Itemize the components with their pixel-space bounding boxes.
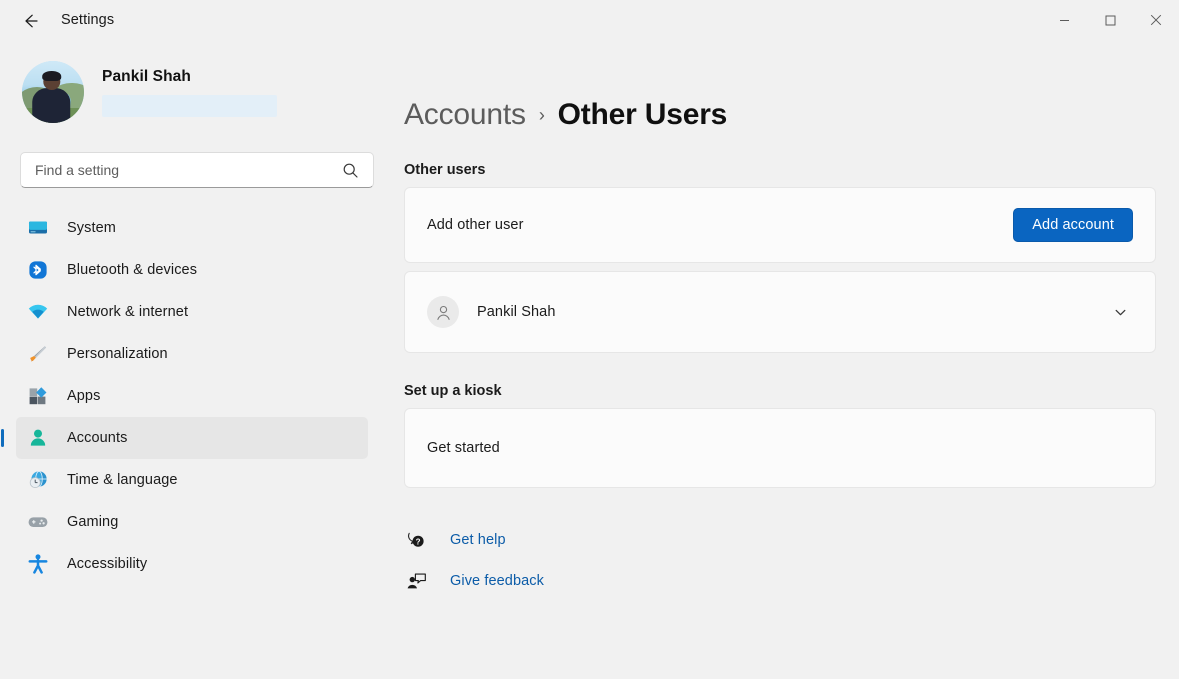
sidebar-nav: System Bluetooth & devices Network & int… bbox=[0, 207, 392, 585]
gamepad-icon bbox=[26, 510, 50, 534]
sidebar-item-accounts[interactable]: Accounts bbox=[16, 417, 368, 459]
sidebar-item-label: Accessibility bbox=[67, 556, 148, 572]
person-icon bbox=[26, 426, 50, 450]
window-body: Pankil Shah Find a setting System Blueto… bbox=[0, 40, 1179, 679]
minimize-button[interactable] bbox=[1041, 0, 1087, 40]
profile-text: Pankil Shah bbox=[102, 68, 277, 117]
page-title: Other Users bbox=[557, 98, 728, 131]
sidebar-item-label: Apps bbox=[67, 388, 101, 404]
sidebar-item-label: Network & internet bbox=[67, 304, 189, 320]
kiosk-get-started-label: Get started bbox=[427, 440, 500, 456]
profile-name: Pankil Shah bbox=[102, 67, 191, 85]
give-feedback-link[interactable]: Give feedback bbox=[450, 573, 544, 589]
sidebar-item-label: Accounts bbox=[67, 430, 128, 446]
give-feedback-link-row[interactable]: Give feedback bbox=[404, 565, 1157, 597]
add-other-user-label: Add other user bbox=[427, 217, 524, 233]
globe-clock-icon bbox=[26, 468, 50, 492]
sidebar-item-personalization[interactable]: Personalization bbox=[16, 333, 368, 375]
sidebar-item-label: Personalization bbox=[67, 346, 168, 362]
person-placeholder-icon bbox=[427, 296, 459, 328]
chevron-right-icon: › bbox=[538, 105, 545, 125]
sidebar-item-network-internet[interactable]: Network & internet bbox=[16, 291, 368, 333]
sidebar-item-apps[interactable]: Apps bbox=[16, 375, 368, 417]
profile-summary[interactable]: Pankil Shah bbox=[22, 60, 392, 124]
sidebar-item-system[interactable]: System bbox=[16, 207, 368, 249]
sidebar-item-label: System bbox=[67, 220, 116, 236]
window-controls bbox=[1041, 0, 1179, 40]
maximize-button[interactable] bbox=[1087, 0, 1133, 40]
svg-text:?: ? bbox=[415, 537, 420, 546]
add-account-button[interactable]: Add account bbox=[1013, 208, 1133, 242]
user-account-row: Pankil Shah bbox=[405, 272, 1155, 352]
breadcrumb-parent[interactable]: Accounts bbox=[404, 98, 526, 132]
breadcrumb: Accounts › Other Users bbox=[404, 98, 1157, 132]
search-box[interactable] bbox=[20, 152, 374, 188]
section-label-kiosk: Set up a kiosk bbox=[404, 383, 502, 399]
get-help-link[interactable]: Get help bbox=[450, 532, 506, 548]
add-other-user-row: Add other user Add account bbox=[405, 188, 1155, 262]
minimize-icon bbox=[1059, 19, 1069, 21]
close-icon bbox=[1150, 14, 1162, 26]
sidebar-item-label: Time & language bbox=[67, 472, 178, 488]
apps-grid-icon bbox=[26, 384, 50, 408]
help-links: ? Get help Give feedback bbox=[404, 524, 1157, 597]
feedback-person-icon bbox=[404, 571, 428, 592]
user-account-card[interactable]: Pankil Shah bbox=[404, 271, 1156, 353]
monitor-icon bbox=[26, 216, 50, 240]
paintbrush-icon bbox=[26, 342, 50, 366]
sidebar-item-label: Gaming bbox=[67, 514, 119, 530]
chevron-down-icon[interactable] bbox=[1103, 295, 1137, 329]
kiosk-row: Get started bbox=[405, 409, 1155, 487]
sidebar-item-time-language[interactable]: Time & language bbox=[16, 459, 368, 501]
sidebar-item-label: Bluetooth & devices bbox=[67, 262, 198, 278]
sidebar-item-bluetooth-devices[interactable]: Bluetooth & devices bbox=[16, 249, 368, 291]
title-bar: Settings bbox=[0, 0, 1179, 40]
close-button[interactable] bbox=[1133, 0, 1179, 40]
sidebar-item-accessibility[interactable]: Accessibility bbox=[16, 543, 368, 585]
back-button[interactable] bbox=[10, 5, 50, 35]
add-other-user-card: Add other user Add account bbox=[404, 187, 1156, 263]
main-content: Accounts › Other Users Other users Add o… bbox=[392, 40, 1179, 679]
search-icon bbox=[338, 158, 363, 183]
help-bubble-icon: ? bbox=[404, 530, 428, 551]
avatar bbox=[22, 61, 84, 123]
wifi-icon bbox=[26, 300, 50, 324]
search-input[interactable] bbox=[35, 162, 338, 178]
sidebar: Pankil Shah Find a setting System Blueto… bbox=[0, 40, 392, 679]
maximize-icon bbox=[1105, 15, 1115, 25]
profile-email-redacted bbox=[102, 94, 277, 117]
settings-window: Settings Pankil Shah Find a setting Syst… bbox=[0, 0, 1179, 679]
user-name: Pankil Shah bbox=[477, 304, 556, 320]
kiosk-card[interactable]: Get started bbox=[404, 408, 1156, 488]
accessibility-person-icon bbox=[26, 552, 50, 576]
get-help-link-row[interactable]: ? Get help bbox=[404, 524, 1157, 556]
sidebar-item-gaming[interactable]: Gaming bbox=[16, 501, 368, 543]
bluetooth-icon bbox=[26, 258, 50, 282]
window-title: Settings bbox=[61, 12, 115, 28]
arrow-left-icon bbox=[24, 14, 38, 27]
section-label-other-users: Other users bbox=[404, 162, 486, 178]
